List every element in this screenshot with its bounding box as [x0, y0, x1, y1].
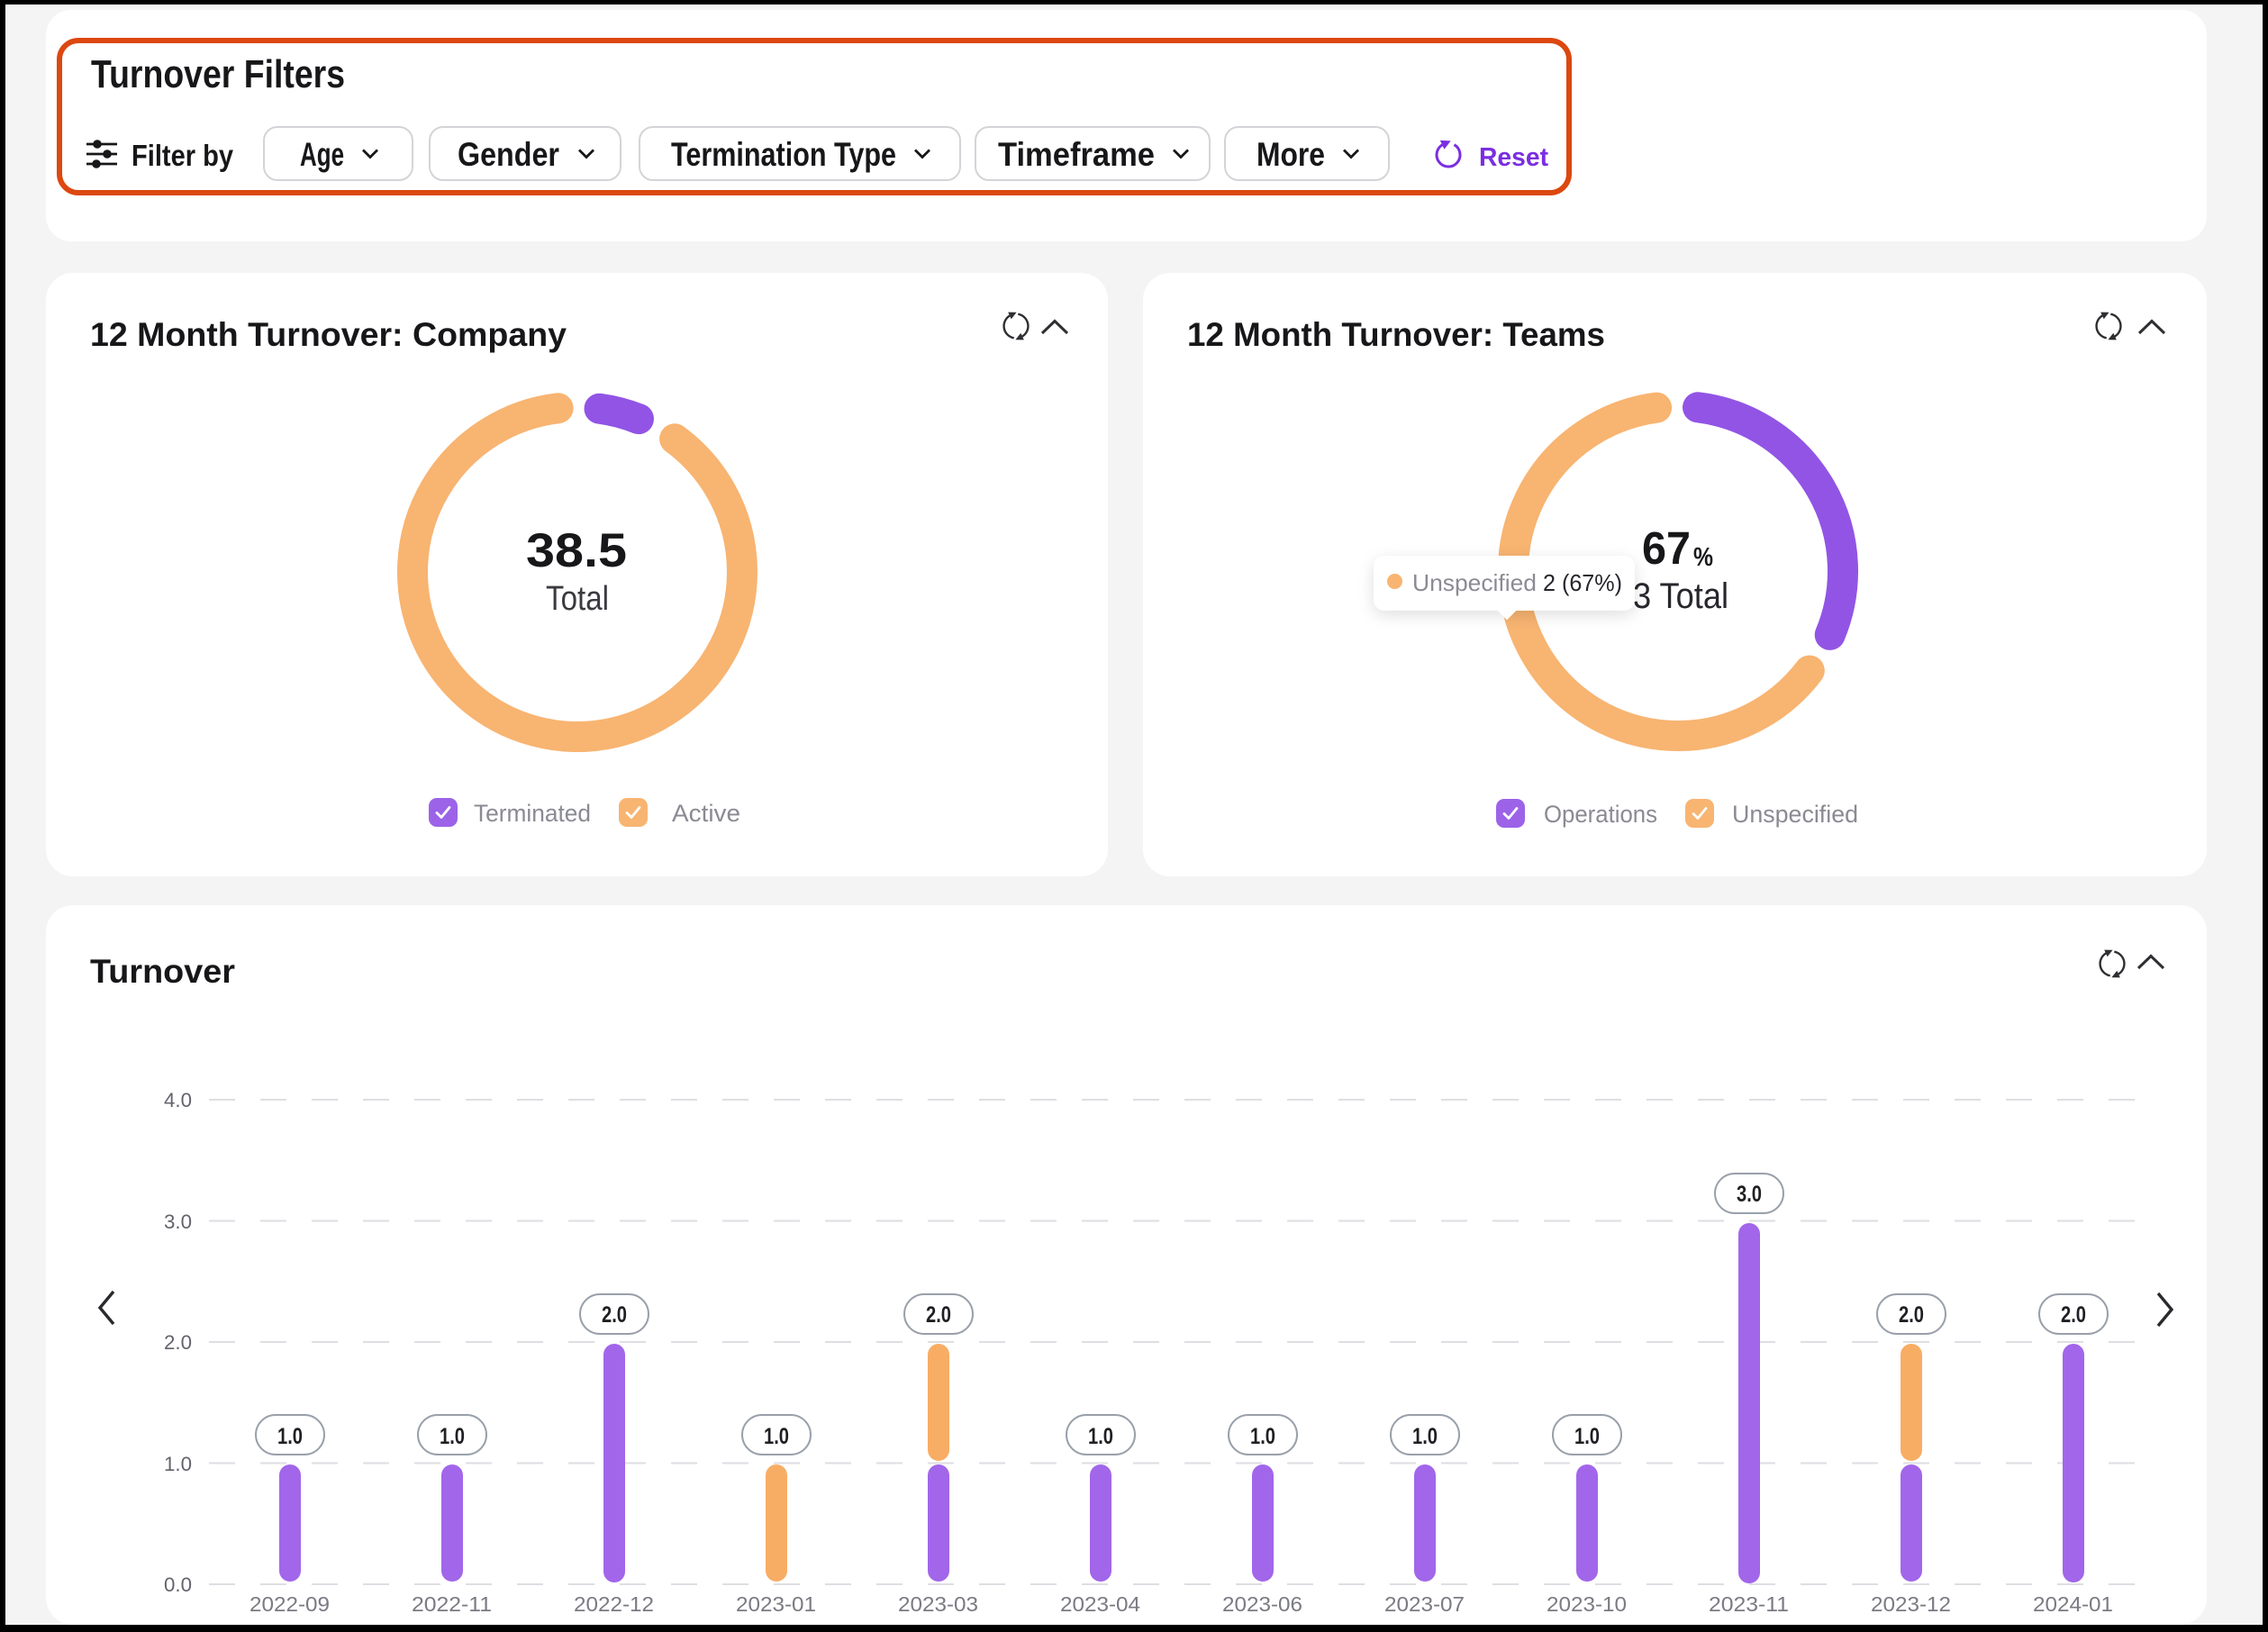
svg-text:2023-01: 2023-01	[736, 1592, 816, 1616]
svg-text:38.5: 38.5	[526, 524, 627, 577]
svg-text:2023-12: 2023-12	[1871, 1592, 1951, 1616]
svg-text:2.0: 2.0	[1899, 1302, 1924, 1328]
svg-text:1.0: 1.0	[1412, 1424, 1438, 1449]
svg-text:2024-01: 2024-01	[2033, 1592, 2113, 1616]
svg-text:Total: Total	[546, 580, 609, 618]
svg-text:3 Total: 3 Total	[1633, 576, 1728, 616]
svg-text:Timeframe: Timeframe	[998, 136, 1155, 173]
svg-text:2023-04: 2023-04	[1060, 1592, 1140, 1616]
svg-text:0.0: 0.0	[164, 1573, 192, 1596]
svg-text:3.0: 3.0	[164, 1210, 192, 1233]
svg-text:Termination Type: Termination Type	[671, 136, 896, 173]
svg-text:Gender: Gender	[458, 136, 559, 173]
svg-text:67: 67	[1642, 522, 1691, 574]
svg-text:2023-10: 2023-10	[1547, 1592, 1627, 1616]
svg-text:Operations: Operations	[1544, 801, 1657, 828]
svg-text:2 (67%): 2 (67%)	[1543, 569, 1622, 596]
svg-text:2022-12: 2022-12	[574, 1592, 654, 1616]
svg-text:1.0: 1.0	[440, 1424, 465, 1449]
svg-text:2023-07: 2023-07	[1384, 1592, 1465, 1616]
svg-text:2023-03: 2023-03	[898, 1592, 978, 1616]
svg-text:1.0: 1.0	[277, 1424, 303, 1449]
svg-text:1.0: 1.0	[764, 1424, 789, 1449]
svg-text:12 Month Turnover: Company: 12 Month Turnover: Company	[90, 316, 567, 353]
svg-text:1.0: 1.0	[1250, 1424, 1275, 1449]
svg-text:2023-11: 2023-11	[1709, 1592, 1789, 1616]
svg-text:Active: Active	[672, 800, 740, 827]
svg-text:3.0: 3.0	[1737, 1182, 1762, 1207]
svg-text:12 Month Turnover: Teams: 12 Month Turnover: Teams	[1187, 316, 1605, 353]
svg-text:2.0: 2.0	[164, 1331, 192, 1354]
svg-text:2022-09: 2022-09	[249, 1592, 330, 1616]
svg-text:4.0: 4.0	[164, 1089, 192, 1111]
svg-text:2.0: 2.0	[2061, 1302, 2086, 1328]
svg-text:1.0: 1.0	[1574, 1424, 1600, 1449]
svg-text:Terminated: Terminated	[474, 800, 591, 827]
svg-text:Unspecified: Unspecified	[1732, 801, 1858, 828]
svg-text:Turnover: Turnover	[90, 953, 235, 990]
svg-text:Turnover Filters: Turnover Filters	[91, 52, 345, 96]
svg-text:2023-06: 2023-06	[1222, 1592, 1302, 1616]
svg-text:1.0: 1.0	[164, 1453, 192, 1475]
svg-text:Filter by: Filter by	[132, 139, 234, 172]
svg-text:2022-11: 2022-11	[412, 1592, 492, 1616]
svg-text:More: More	[1256, 136, 1325, 173]
svg-text:1.0: 1.0	[1088, 1424, 1113, 1449]
svg-text:2.0: 2.0	[926, 1302, 951, 1328]
svg-text:2.0: 2.0	[602, 1302, 627, 1328]
svg-text:Reset: Reset	[1479, 143, 1548, 172]
svg-text:Unspecified: Unspecified	[1412, 569, 1537, 596]
svg-text:Age: Age	[300, 136, 344, 173]
